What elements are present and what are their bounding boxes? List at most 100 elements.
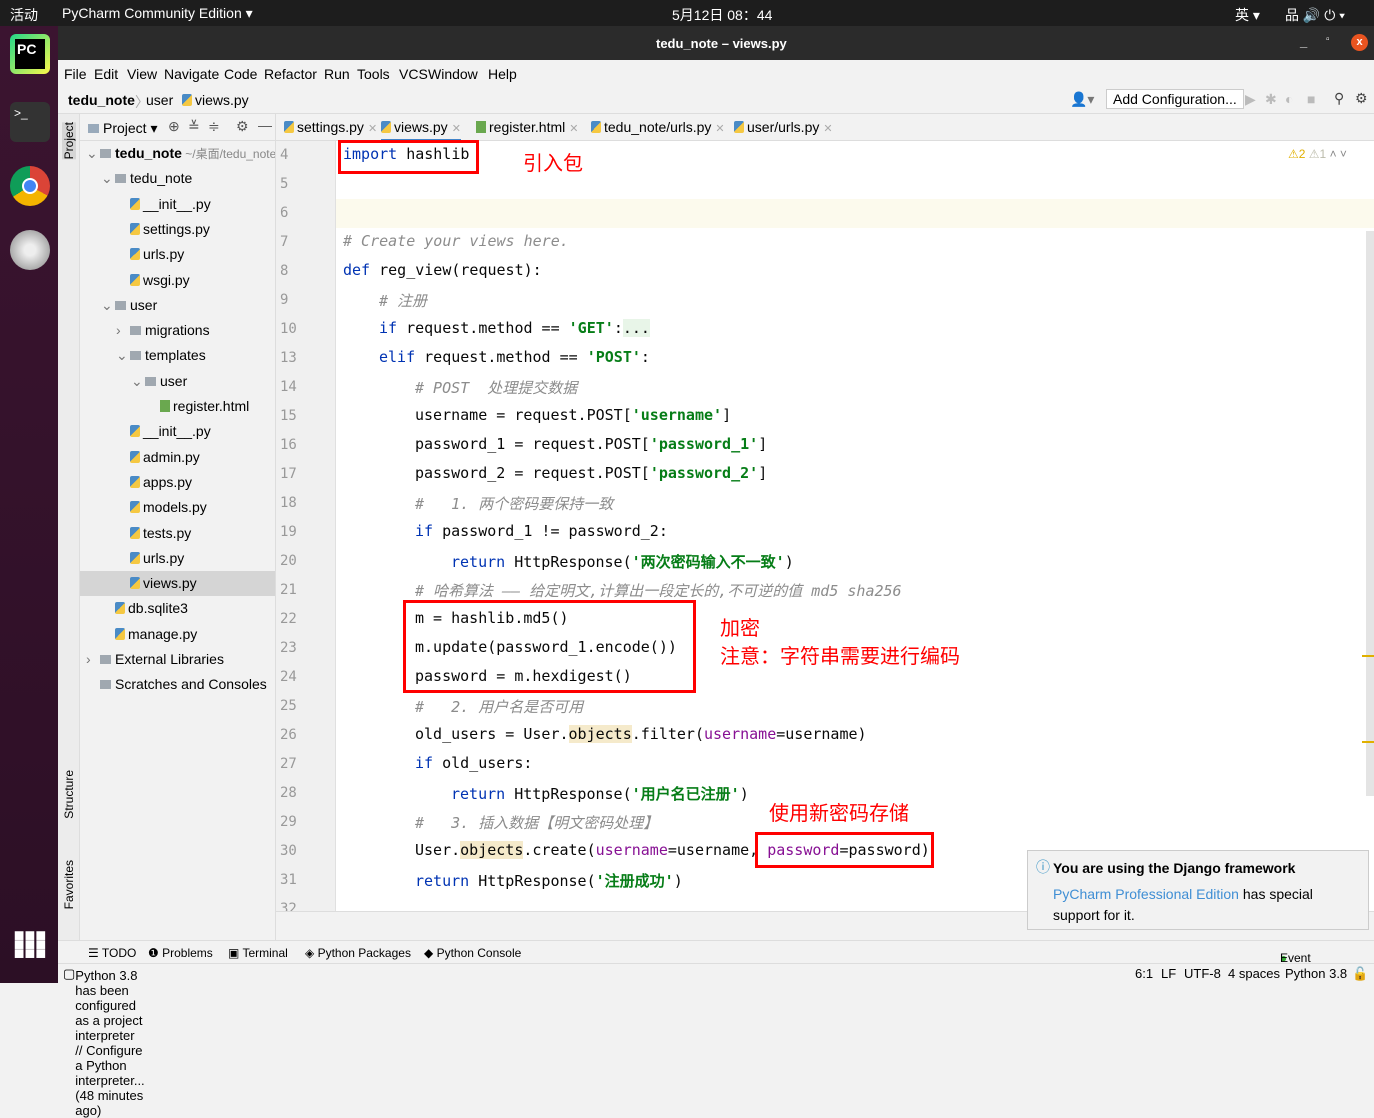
warning-marker[interactable] xyxy=(1362,655,1374,657)
dvd-icon[interactable] xyxy=(10,230,50,270)
caret-position[interactable]: 6:1 xyxy=(1135,966,1153,981)
tree-item[interactable]: ⌄ tedu_note xyxy=(80,166,275,191)
collapse-all-icon[interactable]: ≑ xyxy=(208,118,220,135)
add-configuration-button[interactable]: Add Configuration... xyxy=(1106,89,1244,109)
favorites-tool-button[interactable]: Favorites xyxy=(62,860,76,909)
menu-tools[interactable]: Tools xyxy=(357,66,390,82)
expand-arrow-icon[interactable]: › xyxy=(86,647,100,672)
expand-arrow-icon[interactable]: ⌄ xyxy=(116,343,130,368)
indent-setting[interactable]: 4 spaces xyxy=(1228,966,1280,981)
tree-item[interactable]: views.py xyxy=(80,571,275,597)
inspection-widget[interactable]: ⚠2 ⚠1 ˄ ˅ xyxy=(1288,147,1347,161)
tree-item[interactable]: models.py xyxy=(80,495,275,520)
tab-views-py[interactable]: views.py ✕ xyxy=(381,119,461,142)
chrome-icon[interactable] xyxy=(10,166,50,206)
breadcrumb-folder[interactable]: user xyxy=(146,92,173,108)
menu-file[interactable]: File xyxy=(64,66,87,82)
stop-icon[interactable]: ■ xyxy=(1307,91,1315,107)
tree-item[interactable]: apps.py xyxy=(80,470,275,495)
close-tab-icon[interactable]: ✕ xyxy=(368,123,377,135)
tool-button-1[interactable]: ❶ Problems xyxy=(148,946,213,960)
menu-navigate[interactable]: Navigate xyxy=(164,66,219,82)
tree-item[interactable]: manage.py xyxy=(80,622,275,647)
menu-run[interactable]: Run xyxy=(324,66,350,82)
gear-icon[interactable]: ⚙ xyxy=(236,118,249,135)
tool-button-0[interactable]: ☰ TODO xyxy=(88,946,136,960)
tree-item[interactable]: urls.py xyxy=(80,546,275,571)
tree-item[interactable]: urls.py xyxy=(80,242,275,267)
line-separator[interactable]: LF xyxy=(1161,966,1176,981)
expand-arrow-icon[interactable]: ⌄ xyxy=(101,166,115,191)
debug-icon[interactable]: ✱ xyxy=(1265,91,1277,108)
tool-button-3[interactable]: ◈ Python Packages xyxy=(305,946,411,960)
tool-button-4[interactable]: ◆ Python Console xyxy=(424,946,521,960)
hide-icon[interactable]: — xyxy=(258,117,272,133)
tree-item[interactable]: admin.py xyxy=(80,445,275,470)
lock-icon[interactable]: 🔓 xyxy=(1352,966,1368,982)
tree-item[interactable]: register.html xyxy=(80,394,275,419)
tree-item[interactable]: › migrations xyxy=(80,318,275,343)
project-view-dropdown[interactable]: Project ▾ xyxy=(88,120,158,137)
clock[interactable]: 5月12日 08：44 xyxy=(672,5,772,25)
app-menu[interactable]: PyCharm Community Edition ▾ xyxy=(62,5,253,22)
close-button[interactable]: x xyxy=(1351,34,1368,51)
warning-marker[interactable] xyxy=(1362,741,1374,743)
tool-button-2[interactable]: ▣ Terminal xyxy=(228,946,288,960)
tree-item[interactable]: ⌄ templates xyxy=(80,343,275,368)
breadcrumb-file[interactable]: views.py xyxy=(182,92,249,108)
settings-icon[interactable]: ⚙ xyxy=(1355,90,1368,107)
tree-item[interactable]: tests.py xyxy=(80,521,275,546)
expand-arrow-icon[interactable]: ⌄ xyxy=(101,293,115,318)
activities-button[interactable]: 活动 xyxy=(10,5,38,25)
close-tab-icon[interactable]: ✕ xyxy=(569,123,578,135)
expand-arrow-icon[interactable]: › xyxy=(116,318,130,343)
tab-user-urls-py[interactable]: user/urls.py ✕ xyxy=(734,119,833,135)
menu-vcs[interactable]: VCS xyxy=(399,66,428,82)
menu-refactor[interactable]: Refactor xyxy=(264,66,317,82)
tree-item[interactable]: __init__.py xyxy=(80,192,275,217)
show-apps-icon[interactable]: ■■■ ■■■ ■■■ xyxy=(10,926,50,971)
tab-settings-py[interactable]: settings.py ✕ xyxy=(284,119,377,135)
status-message[interactable]: ▢ Python 3.8 has been configured as a pr… xyxy=(63,966,145,1118)
close-tab-icon[interactable]: ✕ xyxy=(715,123,724,135)
maximize-button[interactable]: ▫ xyxy=(1326,34,1330,45)
coverage-icon[interactable]: ◐ xyxy=(1285,91,1293,107)
tree-item[interactable]: ⌄ user xyxy=(80,369,275,394)
tree-item[interactable]: › External Libraries xyxy=(80,647,275,672)
vertical-scrollbar[interactable] xyxy=(1366,231,1374,796)
expand-arrow-icon[interactable]: ⌄ xyxy=(131,369,145,394)
terminal-icon[interactable]: >_ xyxy=(10,102,50,142)
tree-item[interactable]: wsgi.py xyxy=(80,268,275,293)
file-encoding[interactable]: UTF-8 xyxy=(1184,966,1221,981)
interpreter-selector[interactable]: Python 3.8 xyxy=(1285,966,1347,981)
tree-item[interactable]: ⌄ tedu_note ~/桌面/tedu_note xyxy=(80,141,275,166)
tab-tedu-note-urls-py[interactable]: tedu_note/urls.py ✕ xyxy=(591,119,725,135)
django-notification[interactable]: ⓘ You are using the Django framework PyC… xyxy=(1027,850,1369,930)
menu-window[interactable]: Window xyxy=(428,66,478,82)
minimize-button[interactable]: _ xyxy=(1300,34,1307,49)
tree-item[interactable]: __init__.py xyxy=(80,419,275,444)
professional-edition-link[interactable]: PyCharm Professional Edition xyxy=(1053,886,1239,902)
tree-item[interactable]: db.sqlite3 xyxy=(80,596,275,621)
tab-register-html[interactable]: register.html ✕ xyxy=(476,119,578,135)
tree-item[interactable]: ⌄ user xyxy=(80,293,275,318)
breadcrumb-project[interactable]: tedu_note xyxy=(68,92,135,108)
close-tab-icon[interactable]: ✕ xyxy=(823,123,832,135)
menu-edit[interactable]: Edit xyxy=(94,66,118,82)
project-tool-button[interactable]: Project xyxy=(62,122,76,160)
menu-help[interactable]: Help xyxy=(488,66,517,82)
structure-tool-button[interactable]: Structure xyxy=(62,770,76,819)
menu-view[interactable]: View xyxy=(127,66,157,82)
system-tray[interactable]: 品 🔊 ⏻ ▾ xyxy=(1285,5,1345,25)
run-icon[interactable]: ▶ xyxy=(1245,91,1256,108)
close-tab-icon[interactable]: ✕ xyxy=(452,123,461,135)
search-icon[interactable]: ⚲ xyxy=(1334,90,1344,107)
expand-all-icon[interactable]: ≚ xyxy=(188,118,200,135)
user-icon[interactable]: 👤▾ xyxy=(1070,91,1094,108)
pycharm-icon[interactable]: PC xyxy=(10,34,50,74)
locate-icon[interactable]: ⊕ xyxy=(168,118,180,135)
tree-item[interactable]: Scratches and Consoles xyxy=(80,672,275,697)
expand-arrow-icon[interactable]: ⌄ xyxy=(86,141,100,166)
menu-code[interactable]: Code xyxy=(224,66,257,82)
tree-item[interactable]: settings.py xyxy=(80,217,275,242)
